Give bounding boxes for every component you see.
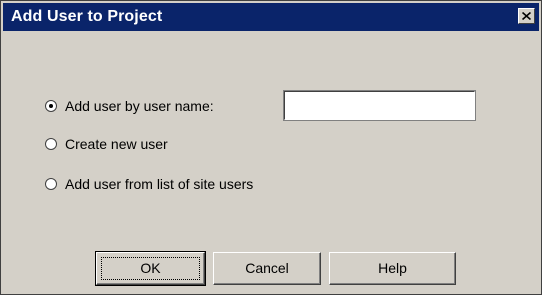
ok-button-label: OK bbox=[140, 260, 161, 276]
username-input[interactable] bbox=[283, 90, 476, 121]
option-add-by-username[interactable]: Add user by user name: bbox=[45, 98, 214, 114]
radio-selected-dot bbox=[49, 104, 53, 108]
option-label: Add user from list of site users bbox=[65, 176, 254, 192]
add-user-dialog: Add User to Project Add user by user nam… bbox=[0, 0, 542, 295]
option-create-new-user[interactable]: Create new user bbox=[45, 136, 168, 152]
cancel-button-label: Cancel bbox=[245, 260, 289, 276]
help-button-label: Help bbox=[378, 260, 407, 276]
help-button[interactable]: Help bbox=[329, 252, 456, 285]
option-add-from-site-users[interactable]: Add user from list of site users bbox=[45, 176, 253, 192]
title-bar[interactable]: Add User to Project bbox=[3, 3, 539, 31]
option-label: Create new user bbox=[65, 136, 168, 152]
close-icon bbox=[522, 12, 531, 20]
radio-create-new-user[interactable] bbox=[45, 138, 57, 150]
dialog-title: Add User to Project bbox=[11, 8, 163, 25]
cancel-button[interactable]: Cancel bbox=[213, 252, 321, 285]
ok-button[interactable]: OK bbox=[95, 251, 206, 286]
radio-add-from-site-users[interactable] bbox=[45, 178, 57, 190]
radio-add-by-username[interactable] bbox=[45, 100, 57, 112]
option-label: Add user by user name: bbox=[65, 98, 214, 114]
close-button[interactable] bbox=[518, 8, 535, 24]
